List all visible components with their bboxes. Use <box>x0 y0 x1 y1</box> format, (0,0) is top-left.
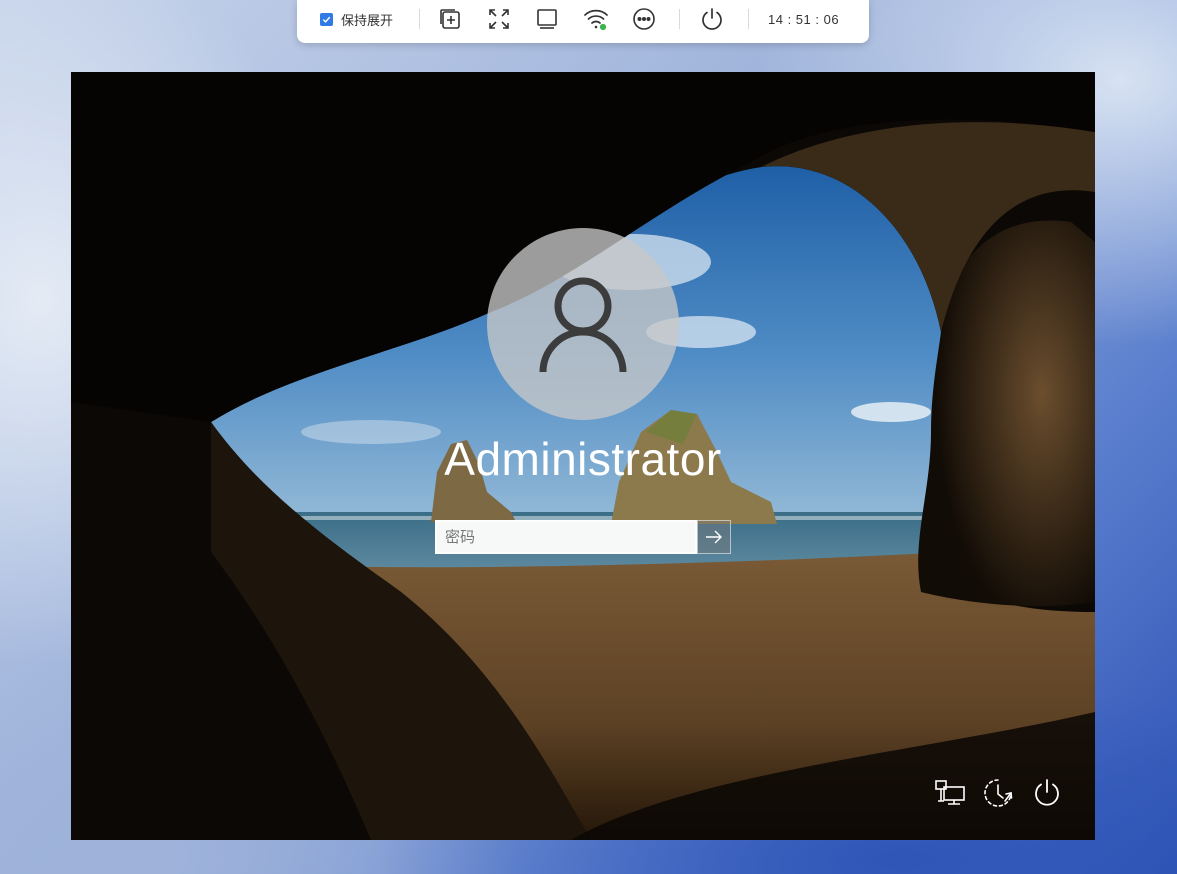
remote-screen[interactable]: Administrator <box>71 72 1095 840</box>
wifi-icon[interactable] <box>583 6 609 32</box>
display-icon[interactable] <box>534 6 560 32</box>
power-icon[interactable] <box>699 6 725 32</box>
more-icon[interactable] <box>631 6 657 32</box>
network-icon[interactable] <box>933 776 967 810</box>
fullscreen-icon[interactable] <box>486 6 512 32</box>
keep-expanded-checkbox[interactable] <box>320 12 333 26</box>
user-icon <box>539 277 627 373</box>
toolbar-divider <box>679 9 680 29</box>
add-window-icon[interactable] <box>437 6 463 32</box>
toolbar-divider <box>419 9 420 29</box>
password-box <box>435 520 731 554</box>
keep-expanded-toggle[interactable]: 保持展开 <box>320 0 393 38</box>
keep-expanded-label: 保持展开 <box>341 13 394 29</box>
toolbar-divider <box>748 9 749 29</box>
remote-toolbar: 保持展开 14: 51: 06 <box>297 0 869 43</box>
username-label: Administrator <box>444 433 722 485</box>
submit-button[interactable] <box>697 520 731 554</box>
arrow-right-icon <box>706 530 722 544</box>
user-avatar <box>487 228 679 420</box>
ease-of-access-icon[interactable] <box>981 776 1015 810</box>
power-icon[interactable] <box>1030 776 1064 810</box>
password-input[interactable] <box>435 520 697 554</box>
session-clock: 14 : 51 : 06 <box>768 11 840 27</box>
